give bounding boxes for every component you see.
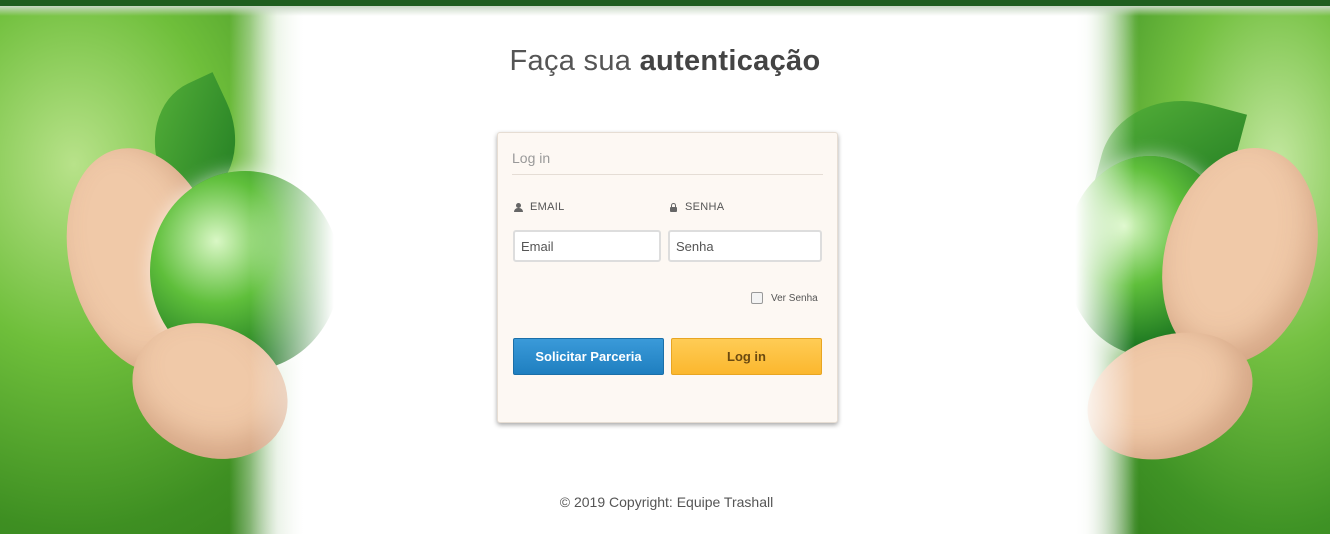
user-icon: [514, 202, 523, 212]
top-bar-shadow: [0, 6, 1330, 16]
show-password-checkbox[interactable]: Ver Senha: [751, 292, 818, 304]
footer-copyright: © 2019 Copyright: Equipe Trashall: [559, 494, 774, 510]
password-label-text: SENHA: [685, 201, 725, 213]
login-card-heading: Log in: [512, 150, 551, 166]
checkbox-box[interactable]: [751, 292, 763, 304]
login-button[interactable]: Log in: [671, 338, 822, 375]
top-bar: [0, 0, 1330, 6]
image-fade: [250, 6, 370, 534]
password-field[interactable]: [668, 230, 822, 262]
image-fade: [1065, 6, 1135, 534]
login-card: Log in EMAIL SENHA Ver Senha Solicitar P…: [497, 132, 838, 423]
left-hands-globe-image: [0, 6, 370, 534]
page-title: Faça sua autenticação: [0, 45, 1330, 78]
email-label-text: EMAIL: [530, 201, 565, 213]
page-title-bold: autenticação: [639, 45, 821, 78]
show-password-label: Ver Senha: [771, 292, 818, 304]
password-label: SENHA: [669, 201, 724, 213]
request-partnership-button[interactable]: Solicitar Parceria: [513, 338, 664, 375]
divider: [512, 174, 823, 175]
right-hands-globe-image: [1065, 6, 1330, 534]
email-field[interactable]: [513, 230, 661, 262]
lock-icon: [669, 202, 678, 212]
page-title-light: Faça sua: [509, 45, 632, 78]
email-label: EMAIL: [514, 201, 565, 213]
